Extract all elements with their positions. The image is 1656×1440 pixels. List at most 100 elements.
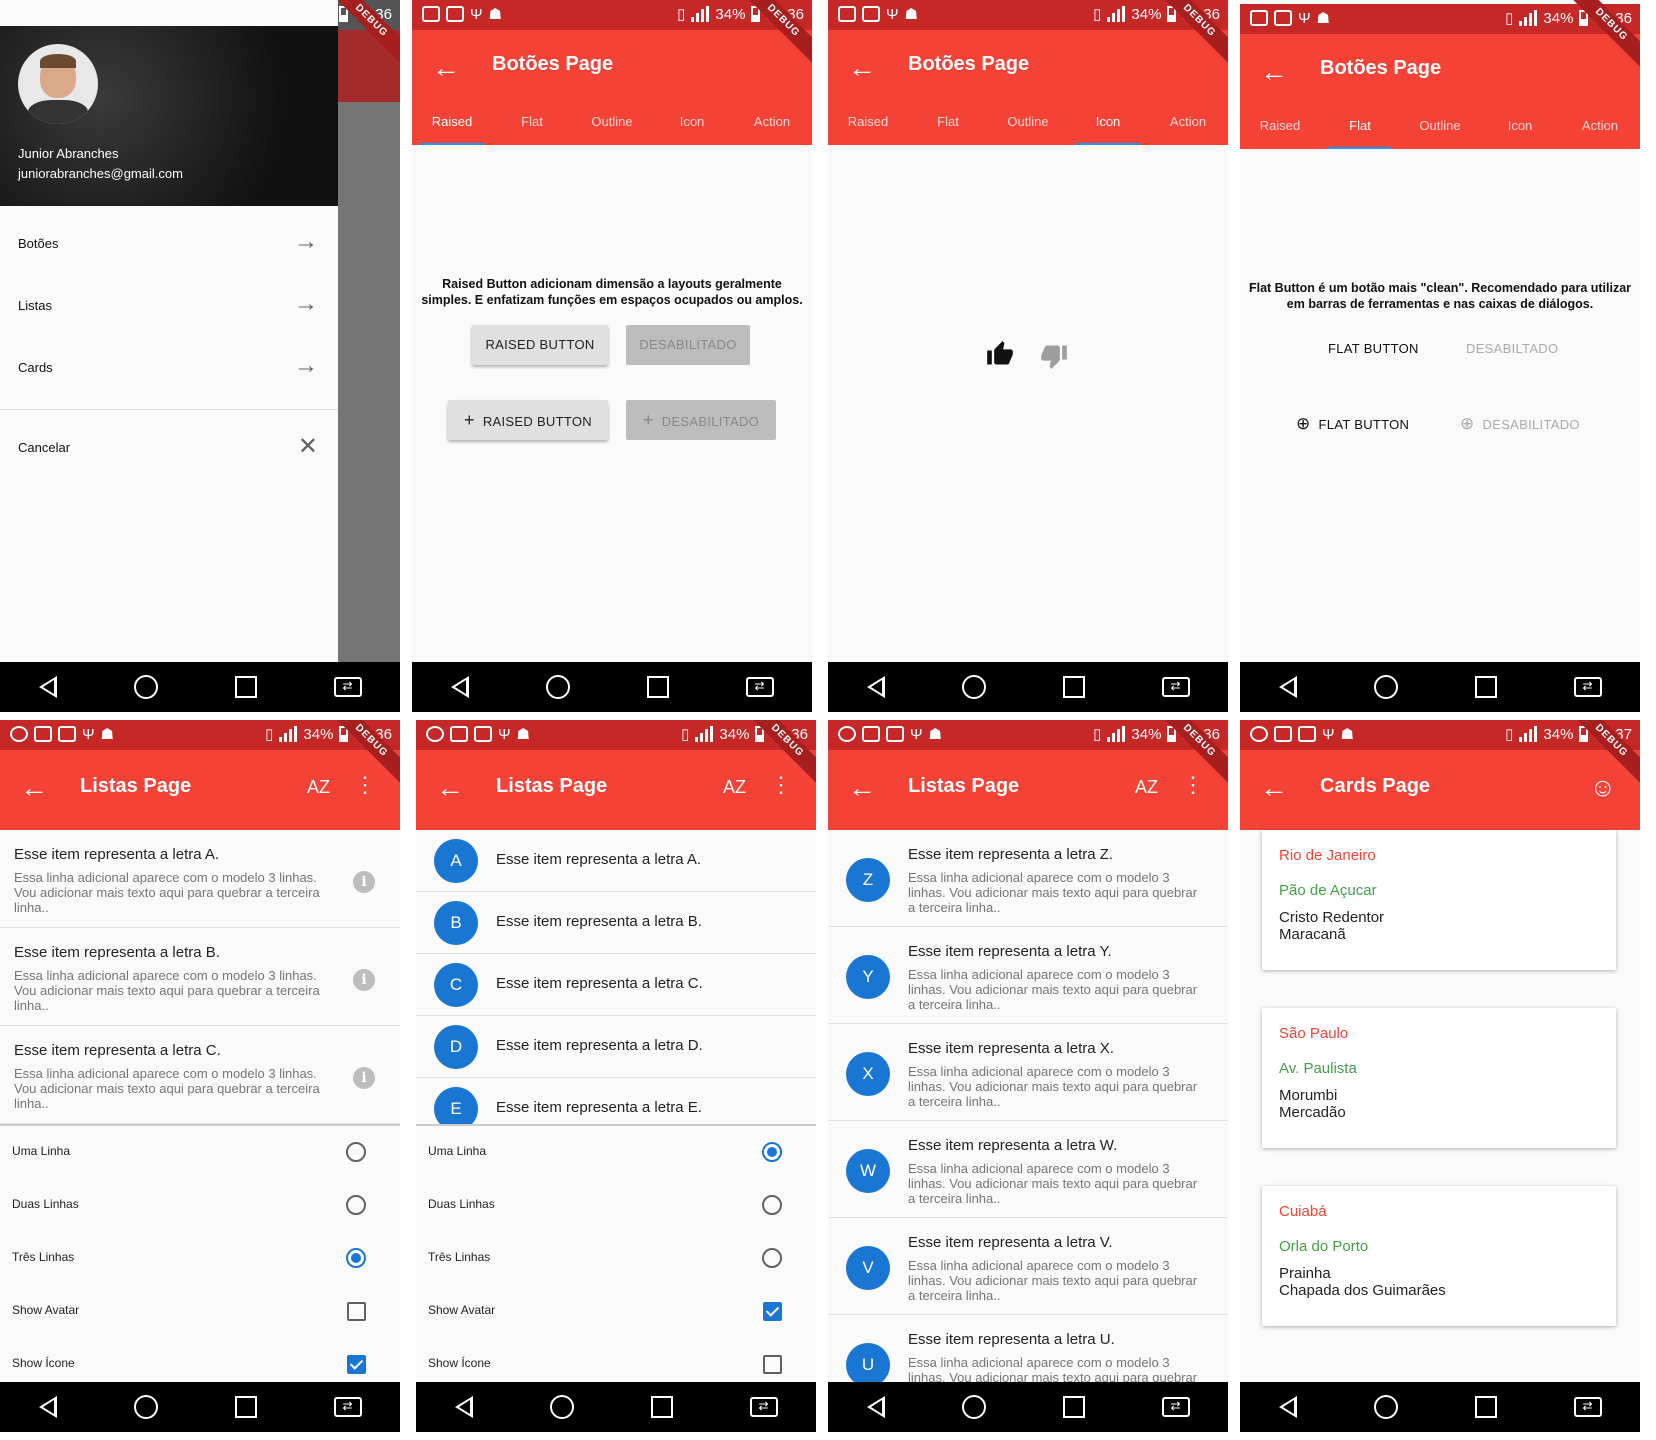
list-item[interactable]: B Esse item representa a letra B. — [416, 892, 816, 954]
drawer-item-botoes[interactable]: Botões → — [0, 214, 338, 276]
back-arrow-icon[interactable]: ← — [432, 54, 460, 82]
tab-outline[interactable]: Outline — [1400, 103, 1480, 149]
nav-recents-icon[interactable] — [234, 1396, 257, 1418]
card[interactable]: Rio de Janeiro Pão de Açucar Cristo Redent… — [1262, 830, 1616, 970]
raised-button[interactable]: RAISED BUTTON — [472, 325, 608, 365]
checkbox-show-avatar[interactable] — [763, 1302, 782, 1321]
radio-duas-linhas[interactable] — [346, 1195, 366, 1215]
info-icon[interactable]: i — [353, 969, 375, 991]
tab-outline[interactable]: Outline — [572, 99, 652, 145]
smiley-icon[interactable]: ☺ — [1589, 772, 1616, 803]
back-arrow-icon[interactable]: ← — [848, 54, 876, 82]
nav-recents-icon[interactable] — [234, 676, 257, 698]
tab-flat[interactable]: Flat — [908, 99, 988, 145]
card[interactable]: São Paulo Av. Paulista Morumbi Mercadão — [1262, 1008, 1616, 1148]
checkbox-show-icone[interactable] — [763, 1355, 782, 1374]
screen-cast-icon[interactable]: ⇄ — [749, 1397, 778, 1417]
drawer-item-listas[interactable]: Listas → — [0, 276, 338, 338]
option-show-avatar[interactable]: Show Avatar — [416, 1285, 816, 1338]
raised-icon-button[interactable]: + RAISED BUTTON — [448, 400, 608, 440]
sort-az-icon[interactable]: AZ — [1135, 777, 1158, 798]
nav-home-icon[interactable] — [549, 1395, 574, 1419]
list-item[interactable]: D Esse item representa a letra D. — [416, 1016, 816, 1078]
list-item[interactable]: Y Esse item representa a letra Y. Essa lin… — [828, 927, 1228, 1024]
screen-cast-icon[interactable]: ⇄ — [333, 677, 362, 697]
nav-back-icon[interactable] — [454, 1396, 473, 1418]
radio-tres-linhas[interactable] — [762, 1248, 782, 1268]
radio-uma-linha[interactable] — [346, 1142, 366, 1162]
nav-home-icon[interactable] — [961, 675, 986, 699]
nav-back-icon[interactable] — [1278, 676, 1297, 698]
screen-cast-icon[interactable]: ⇄ — [1573, 1397, 1602, 1417]
sort-az-icon[interactable]: AZ — [723, 777, 746, 798]
back-arrow-icon[interactable]: ← — [1260, 58, 1288, 86]
tab-raised[interactable]: Raised — [412, 99, 492, 145]
nav-home-icon[interactable] — [1373, 675, 1398, 699]
list-item[interactable]: Z Esse item representa a letra Z. Essa lin… — [828, 830, 1228, 927]
list-item[interactable]: U Esse item representa a letra U. Essa lin… — [828, 1315, 1228, 1382]
radio-uma-linha[interactable] — [762, 1142, 782, 1162]
drawer-item-cards[interactable]: Cards → — [0, 338, 338, 400]
list-item[interactable]: Esse item representa a letra B. Essa linh… — [0, 928, 400, 1026]
screen-cast-icon[interactable]: ⇄ — [1573, 677, 1602, 697]
option-duas-linhas[interactable]: Duas Linhas — [0, 1179, 400, 1232]
tab-flat[interactable]: Flat — [1320, 103, 1400, 149]
tab-raised[interactable]: Raised — [1240, 103, 1320, 149]
info-icon[interactable]: i — [353, 871, 375, 893]
nav-back-icon[interactable] — [1278, 1396, 1297, 1418]
checkbox-show-avatar[interactable] — [347, 1302, 366, 1321]
list-item[interactable]: C Esse item representa a letra C. — [416, 954, 816, 1016]
list-item[interactable]: A Esse item representa a letra A. — [416, 830, 816, 892]
nav-home-icon[interactable] — [133, 1395, 158, 1419]
option-uma-linha[interactable]: Uma Linha — [0, 1126, 400, 1179]
tab-action[interactable]: Action — [1560, 103, 1640, 149]
thumb-up-icon[interactable] — [986, 340, 1014, 368]
nav-home-icon[interactable] — [1373, 1395, 1398, 1419]
screen-cast-icon[interactable]: ⇄ — [1161, 1397, 1190, 1417]
list-item[interactable]: X Esse item representa a letra X. Essa lin… — [828, 1024, 1228, 1121]
tab-raised[interactable]: Raised — [828, 99, 908, 145]
more-vert-icon[interactable]: ⋮ — [770, 772, 792, 798]
back-arrow-icon[interactable]: ← — [436, 774, 464, 802]
card[interactable]: Cuiabá Orla do Porto Prainha Chapada dos Gu… — [1262, 1186, 1616, 1326]
drawer-item-cancelar[interactable]: Cancelar ✕ — [0, 418, 338, 480]
option-show-avatar[interactable]: Show Avatar — [0, 1285, 400, 1338]
radio-tres-linhas[interactable] — [346, 1248, 366, 1268]
nav-back-icon[interactable] — [866, 1396, 885, 1418]
back-arrow-icon[interactable]: ← — [20, 774, 48, 802]
tab-icon[interactable]: Icon — [1480, 103, 1560, 149]
option-duas-linhas[interactable]: Duas Linhas — [416, 1179, 816, 1232]
list-item[interactable]: Esse item representa a letra C. Essa linh… — [0, 1026, 400, 1124]
more-vert-icon[interactable]: ⋮ — [354, 772, 376, 798]
tab-action[interactable]: Action — [732, 99, 812, 145]
list-item[interactable]: V Esse item representa a letra V. Essa lin… — [828, 1218, 1228, 1315]
screen-cast-icon[interactable]: ⇄ — [745, 677, 774, 697]
nav-back-icon[interactable] — [450, 676, 469, 698]
nav-home-icon[interactable] — [545, 675, 570, 699]
option-uma-linha[interactable]: Uma Linha — [416, 1126, 816, 1179]
list-item[interactable]: E Esse item representa a letra E. — [416, 1078, 816, 1124]
nav-home-icon[interactable] — [961, 1395, 986, 1419]
nav-recents-icon[interactable] — [1062, 676, 1085, 698]
info-icon[interactable]: i — [353, 1067, 375, 1089]
option-tres-linhas[interactable]: Três Linhas — [0, 1232, 400, 1285]
tab-flat[interactable]: Flat — [492, 99, 572, 145]
tab-icon[interactable]: Icon — [1068, 99, 1148, 145]
back-arrow-icon[interactable]: ← — [1260, 774, 1288, 802]
tab-icon[interactable]: Icon — [652, 99, 732, 145]
more-vert-icon[interactable]: ⋮ — [1182, 772, 1204, 798]
tab-outline[interactable]: Outline — [988, 99, 1068, 145]
nav-recents-icon[interactable] — [1474, 1396, 1497, 1418]
option-tres-linhas[interactable]: Três Linhas — [416, 1232, 816, 1285]
tab-action[interactable]: Action — [1148, 99, 1228, 145]
radio-duas-linhas[interactable] — [762, 1195, 782, 1215]
nav-recents-icon[interactable] — [650, 1396, 673, 1418]
nav-recents-icon[interactable] — [1062, 1396, 1085, 1418]
nav-back-icon[interactable] — [38, 1396, 57, 1418]
screen-cast-icon[interactable]: ⇄ — [1161, 677, 1190, 697]
nav-back-icon[interactable] — [38, 676, 57, 698]
list-item[interactable]: W Esse item representa a letra W. Essa lin… — [828, 1121, 1228, 1218]
back-arrow-icon[interactable]: ← — [848, 774, 876, 802]
nav-recents-icon[interactable] — [646, 676, 669, 698]
nav-back-icon[interactable] — [866, 676, 885, 698]
